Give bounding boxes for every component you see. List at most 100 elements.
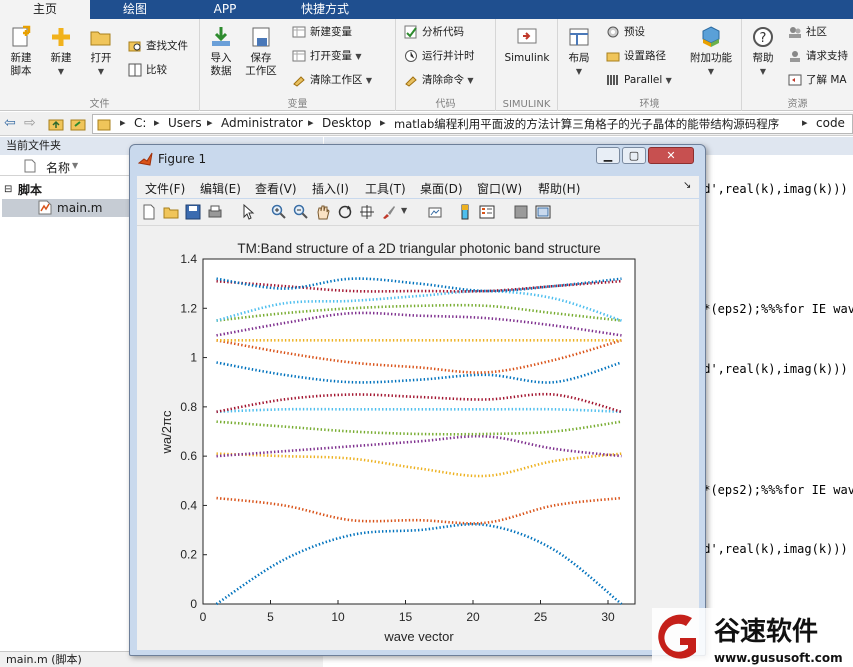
tab-home[interactable]: 主页: [0, 0, 90, 19]
open-button[interactable]: 打开 ▼: [84, 23, 118, 87]
watermark-name: 谷速软件: [714, 617, 818, 647]
link-plot-icon[interactable]: [427, 204, 443, 220]
import-data-button[interactable]: 导入 数据: [204, 23, 238, 87]
y-tick-label: 0.6: [180, 449, 197, 463]
save-icon[interactable]: [185, 204, 201, 220]
command-output-line: .*(eps2);%%%for IE wav: [696, 483, 853, 497]
name-column-header[interactable]: 名称: [46, 159, 70, 176]
parallel-label: Parallel: [624, 74, 663, 86]
print-icon[interactable]: [207, 204, 223, 220]
new-variable-button[interactable]: 新建变量: [290, 23, 352, 41]
breadcrumb-item[interactable]: C:: [134, 116, 146, 130]
maximize-button[interactable]: ▢: [622, 147, 646, 164]
rotate-3d-icon[interactable]: [337, 204, 353, 220]
ribbon-section-variable: 导入 数据 保存 工作区 新建变量 打开变量 ▼ 清除工作区 ▼ 变量: [200, 19, 396, 111]
analyze-code-button[interactable]: 分析代码: [402, 23, 464, 41]
pan-hand-icon[interactable]: [315, 204, 331, 220]
breadcrumb-item[interactable]: Users: [168, 116, 202, 130]
chevron-down-icon: ▼: [575, 67, 583, 76]
colorbar-icon[interactable]: [457, 204, 473, 220]
new-variable-icon: [292, 26, 306, 38]
x-tick-label: 30: [601, 610, 615, 624]
hide-plot-tools-icon[interactable]: [513, 204, 529, 220]
section-label-variable: 变量: [287, 99, 308, 110]
preferences-button[interactable]: 预设: [604, 23, 645, 41]
new-button[interactable]: 新建 ▼: [44, 23, 78, 87]
help-button[interactable]: ? 帮助 ▼: [746, 23, 780, 87]
close-button[interactable]: ✕: [648, 147, 694, 164]
browse-folder-icon[interactable]: [70, 116, 86, 132]
breadcrumb-item[interactable]: matlab编程利用平面波的方法计算三角格子的光子晶体的能带结构源码程序: [394, 116, 779, 132]
chevron-down-icon: ▼: [355, 52, 362, 61]
tab-apps[interactable]: APP: [180, 0, 270, 19]
brush-icon[interactable]: [381, 204, 397, 220]
show-plot-tools-icon[interactable]: [535, 204, 551, 220]
save-workspace-icon: [252, 27, 270, 47]
request-support-label: 请求支持: [806, 50, 848, 62]
compare-button[interactable]: 比较: [126, 61, 167, 79]
zoom-out-icon[interactable]: [293, 204, 309, 220]
breadcrumb-item[interactable]: code: [816, 116, 845, 130]
parallel-button[interactable]: Parallel ▼: [604, 71, 672, 89]
compare-icon: [128, 63, 142, 77]
collapse-icon[interactable]: ⊟: [4, 181, 12, 199]
set-path-label: 设置路径: [624, 50, 666, 62]
band-structure-plot[interactable]: TM:Band structure of a 2D triangular pho…: [137, 226, 699, 650]
minimize-button[interactable]: ▁: [596, 147, 620, 164]
menu-window[interactable]: 窗口(W): [477, 180, 522, 197]
tab-shortcuts[interactable]: 快捷方式: [270, 0, 380, 19]
menu-file[interactable]: 文件(F): [145, 180, 185, 197]
learn-matlab-button[interactable]: 了解 MA: [786, 71, 847, 89]
run-and-time-label: 运行并计时: [422, 50, 475, 62]
menu-desktop[interactable]: 桌面(D): [420, 180, 463, 197]
sort-down-icon: ▼: [72, 161, 79, 170]
tab-plots[interactable]: 绘图: [90, 0, 180, 19]
figure-menubar: 文件(F) 编辑(E) 查看(V) 插入(I) 工具(T) 桌面(D) 窗口(W…: [137, 176, 699, 198]
up-folder-icon[interactable]: [48, 116, 64, 132]
new-script-icon: [12, 25, 31, 47]
clear-commands-icon: [405, 76, 417, 87]
add-ons-button[interactable]: 附加功能 ▼: [686, 23, 736, 87]
pointer-icon[interactable]: [241, 204, 257, 220]
figure-window[interactable]: Figure 1 ▁ ▢ ✕ 文件(F) 编辑(E) 查看(V) 插入(I) 工…: [129, 144, 706, 656]
layout-button[interactable]: 布局 ▼: [562, 23, 596, 87]
run-and-time-icon: [405, 50, 417, 62]
set-path-button[interactable]: 设置路径: [604, 47, 666, 65]
menu-help[interactable]: 帮助(H): [538, 180, 580, 197]
command-output-line: ed',real(k),imag(k))): [696, 542, 848, 556]
clear-workspace-button[interactable]: 清除工作区 ▼: [290, 71, 372, 89]
layout-label: 布局: [568, 52, 590, 64]
file-row-main[interactable]: main.m: [2, 199, 142, 217]
y-tick-label: 0: [190, 597, 197, 611]
community-button[interactable]: 社区: [786, 23, 827, 41]
menu-tools[interactable]: 工具(T): [365, 180, 406, 197]
legend-icon[interactable]: [479, 204, 495, 220]
clear-commands-button[interactable]: 清除命令 ▼: [402, 71, 474, 89]
add-ons-icon: [702, 26, 720, 47]
open-variable-button[interactable]: 打开变量 ▼: [290, 47, 362, 65]
menu-view[interactable]: 查看(V): [255, 180, 297, 197]
request-support-button[interactable]: 请求支持: [786, 47, 848, 65]
figure-canvas[interactable]: TM:Band structure of a 2D triangular pho…: [137, 226, 699, 650]
import-icon: [212, 27, 230, 46]
run-and-time-button[interactable]: 运行并计时: [402, 47, 475, 65]
open-file-icon[interactable]: [163, 204, 179, 220]
clear-commands-label: 清除命令: [422, 74, 464, 86]
menu-insert[interactable]: 插入(I): [312, 180, 349, 197]
analyze-code-label: 分析代码: [422, 26, 464, 38]
breadcrumb-separator-icon: ▸: [154, 116, 160, 129]
data-cursor-icon[interactable]: [359, 204, 375, 220]
simulink-button[interactable]: Simulink: [500, 23, 554, 87]
new-script-button[interactable]: 新建 脚本: [4, 23, 38, 87]
dock-arrow-icon[interactable]: ↘: [683, 180, 691, 191]
forward-arrow-icon[interactable]: ⇨: [24, 115, 36, 131]
back-arrow-icon[interactable]: ⇦: [4, 115, 16, 131]
breadcrumb-item[interactable]: Administrator: [221, 116, 303, 130]
chevron-down-icon[interactable]: ▼: [401, 206, 407, 215]
new-figure-icon[interactable]: [141, 204, 157, 220]
zoom-in-icon[interactable]: [271, 204, 287, 220]
breadcrumb-item[interactable]: Desktop: [322, 116, 372, 130]
save-workspace-button[interactable]: 保存 工作区: [244, 23, 278, 87]
menu-edit[interactable]: 编辑(E): [200, 180, 241, 197]
find-files-button[interactable]: 查找文件: [126, 37, 188, 55]
